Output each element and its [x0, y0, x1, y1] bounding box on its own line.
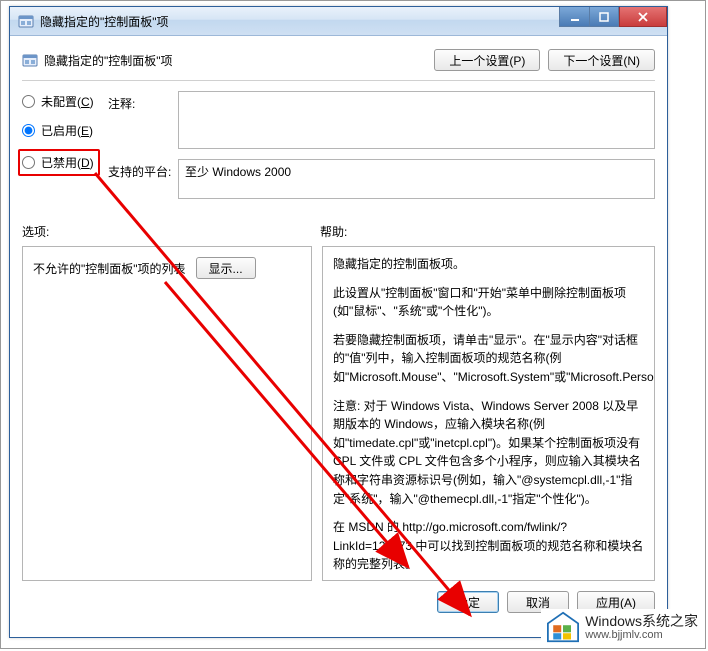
- radio-not-configured-label: 未配置(: [41, 95, 81, 109]
- options-row: 不允许的"控制面板"项的列表 显示...: [33, 257, 301, 279]
- titlebar: 隐藏指定的"控制面板"项: [10, 7, 667, 36]
- dialog-window: 隐藏指定的"控制面板"项 隐藏指定的"控制面板"项: [9, 6, 668, 638]
- prev-setting-button[interactable]: 上一个设置(P): [434, 49, 540, 71]
- radio-disabled[interactable]: 已禁用(D): [22, 154, 94, 171]
- ok-button[interactable]: 确定: [437, 591, 499, 613]
- close-button[interactable]: [619, 7, 667, 27]
- lower-grid: 不允许的"控制面板"项的列表 显示... 隐藏指定的控制面板项。 此设置从"控制…: [22, 246, 655, 581]
- platform-row: 支持的平台: 至少 Windows 2000: [108, 159, 655, 199]
- radio-enabled-label: 已启用(: [41, 124, 81, 138]
- help-p2: 此设置从"控制面板"窗口和"开始"菜单中删除控制面板项(如"鼠标"、"系统"或"…: [333, 284, 644, 321]
- help-label: 帮助:: [320, 223, 347, 240]
- header-row: 隐藏指定的"控制面板"项 上一个设置(P) 下一个设置(N): [22, 46, 655, 74]
- window-title: 隐藏指定的"控制面板"项: [40, 13, 169, 30]
- radio-not-configured-input[interactable]: [22, 95, 35, 108]
- maximize-button[interactable]: [589, 7, 619, 27]
- help-p3: 若要隐藏控制面板项，请单击"显示"。在"显示内容"对话框的"值"列中，输入控制面…: [333, 331, 644, 387]
- cancel-button-label: 取消: [526, 596, 550, 610]
- help-p5: 在 MSDN 的 http://go.microsoft.com/fwlink/…: [333, 518, 644, 574]
- comment-row: 注释:: [108, 91, 655, 149]
- watermark: Windows系统之家 www.bjjmlv.com: [541, 609, 702, 645]
- upper-grid: 未配置(C) 已启用(E) 已禁用(D) 注释:: [22, 91, 655, 209]
- show-button[interactable]: 显示...: [196, 257, 256, 279]
- comment-textarea[interactable]: [178, 91, 655, 149]
- minimize-button[interactable]: [559, 7, 589, 27]
- help-p1: 隐藏指定的控制面板项。: [333, 255, 644, 274]
- platform-label: 支持的平台:: [108, 159, 178, 199]
- radio-not-configured[interactable]: 未配置(C): [22, 93, 108, 110]
- prev-setting-label: 上一个设置(P): [449, 54, 525, 68]
- next-setting-button[interactable]: 下一个设置(N): [548, 49, 655, 71]
- section-labels: 选项: 帮助:: [22, 223, 655, 240]
- radio-disabled-input[interactable]: [22, 156, 35, 169]
- options-label: 选项:: [22, 223, 320, 240]
- fields-column: 注释: 支持的平台: 至少 Windows 2000: [108, 91, 655, 209]
- annotation-highlight-disabled: 已禁用(D): [18, 149, 100, 176]
- radio-enabled[interactable]: 已启用(E): [22, 122, 108, 139]
- apply-button-label: 应用(A): [596, 596, 636, 610]
- disallowed-list-label: 不允许的"控制面板"项的列表: [33, 260, 186, 277]
- radio-disabled-label: 已禁用(: [41, 156, 81, 170]
- radio-enabled-input[interactable]: [22, 124, 35, 137]
- comment-label: 注释:: [108, 91, 178, 149]
- policy-icon: [22, 52, 38, 68]
- watermark-logo-icon: [545, 611, 581, 643]
- help-p4: 注意: 对于 Windows Vista、Windows Server 2008…: [333, 397, 644, 509]
- help-panel[interactable]: 隐藏指定的控制面板项。 此设置从"控制面板"窗口和"开始"菜单中删除控制面板项(…: [322, 246, 655, 581]
- next-setting-label: 下一个设置(N): [563, 54, 640, 68]
- watermark-text: Windows系统之家 www.bjjmlv.com: [585, 613, 698, 642]
- app-icon: [18, 13, 34, 29]
- watermark-line2: www.bjjmlv.com: [585, 629, 698, 642]
- watermark-line1: Windows系统之家: [585, 613, 698, 629]
- show-button-label: 显示...: [209, 262, 243, 276]
- client-area: 隐藏指定的"控制面板"项 上一个设置(P) 下一个设置(N) 未配置(C) 已启…: [10, 36, 667, 625]
- ok-button-label: 确定: [456, 596, 480, 610]
- window-controls: [559, 7, 667, 27]
- divider: [22, 80, 655, 81]
- policy-title: 隐藏指定的"控制面板"项: [44, 52, 426, 69]
- platform-value: 至少 Windows 2000: [178, 159, 655, 199]
- options-panel: 不允许的"控制面板"项的列表 显示...: [22, 246, 312, 581]
- radio-column: 未配置(C) 已启用(E) 已禁用(D): [22, 91, 108, 209]
